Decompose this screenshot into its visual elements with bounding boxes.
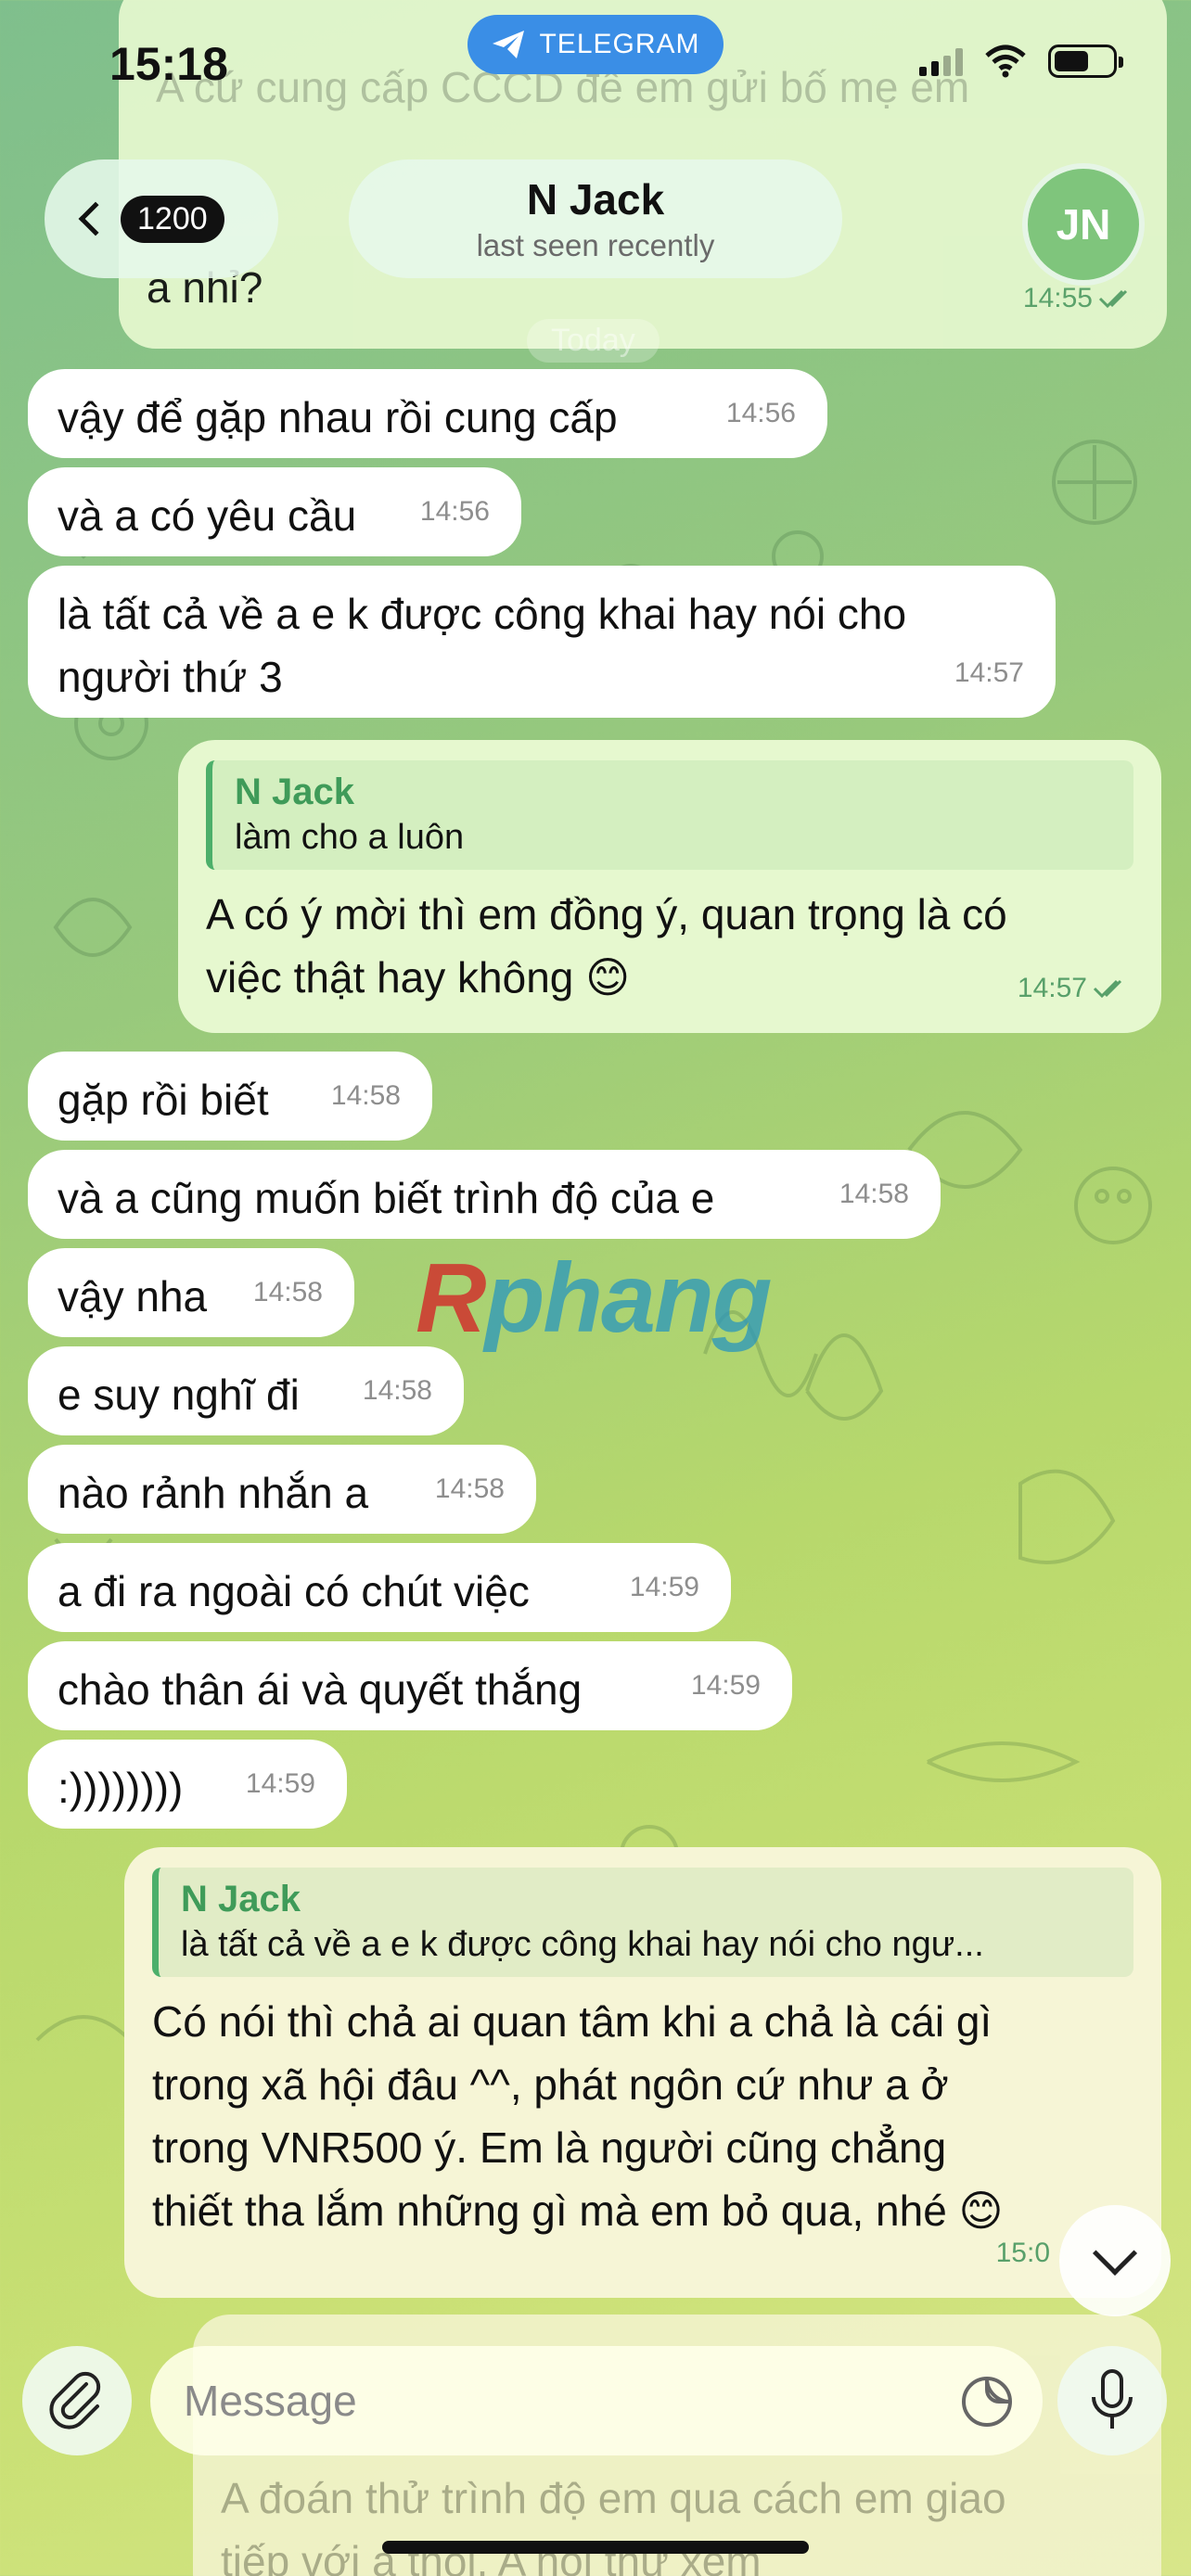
message-time: 14:59 — [245, 1768, 315, 1799]
telegram-app-pill[interactable]: TELEGRAM — [467, 15, 724, 74]
message-incoming[interactable]: nào rảnh nhắn a 14:58 — [28, 1445, 536, 1534]
double-check-icon — [1093, 979, 1122, 999]
message-text-line: thiết tha lắm những gì mà em bỏ qua, nhé… — [152, 2187, 1004, 2235]
chat-status: last seen recently — [476, 228, 715, 262]
sticker-icon[interactable] — [959, 2374, 1015, 2429]
message-time: 14:59 — [690, 1670, 761, 1701]
message-incoming[interactable]: e suy nghĩ đi 14:58 — [28, 1346, 464, 1435]
message-input[interactable]: Message — [150, 2346, 1043, 2455]
message-time: 14:58 — [434, 1473, 505, 1504]
avatar[interactable]: JN — [1022, 163, 1145, 286]
message-incoming[interactable]: vậy nha 14:58 — [28, 1248, 354, 1337]
back-chevron-icon — [78, 201, 113, 236]
next-message-line: A đoán thử trình độ em qua cách em giao — [221, 2474, 1006, 2522]
battery-icon — [1048, 45, 1123, 78]
message-incoming[interactable]: :)))))))) 14:59 — [28, 1740, 347, 1829]
double-check-icon — [1098, 289, 1128, 309]
message-time: 14:58 — [362, 1375, 432, 1406]
watermark-logo: Rphang — [416, 1243, 773, 1353]
message-text-line: trong VNR500 ý. Em là người cũng chẳng — [152, 2123, 947, 2172]
signal-icon — [919, 46, 963, 76]
message-incoming[interactable]: gặp rồi biết 14:58 — [28, 1052, 432, 1141]
message-time: 14:56 — [419, 496, 490, 527]
wifi-icon — [985, 45, 1026, 78]
message-text: và a có yêu cầu — [58, 491, 357, 540]
message-time: 14:57 — [954, 657, 1024, 688]
message-text: e suy nghĩ đi — [58, 1371, 300, 1419]
reply-author: N Jack — [181, 1879, 301, 1919]
status-time: 15:18 — [109, 38, 228, 90]
message-time: 14:57 — [1017, 973, 1087, 1003]
message-text: vậy để gặp nhau rồi cung cấp — [58, 393, 618, 441]
message-time: 14:58 — [252, 1277, 323, 1307]
microphone-icon — [1092, 2369, 1133, 2429]
reply-quote[interactable]: N Jack làm cho a luôn — [206, 760, 1133, 870]
message-time: 15:01 — [1015, 2557, 1084, 2576]
message-incoming[interactable]: a đi ra ngoài có chút việc 14:59 — [28, 1543, 731, 1632]
date-chip: Today — [527, 319, 660, 363]
app-pill-label: TELEGRAM — [539, 29, 700, 59]
message-time: 14:56 — [725, 398, 796, 428]
message-meta: 14:57 — [1018, 957, 1130, 1020]
message-input-placeholder: Message — [184, 2377, 357, 2425]
reply-text: làm cho a luôn — [235, 818, 465, 857]
message-text: và a cũng muốn biết trình độ của e — [58, 1174, 715, 1222]
message-time: 14:58 — [839, 1179, 909, 1209]
home-indicator[interactable] — [382, 2541, 809, 2554]
message-text: nào rảnh nhắn a — [58, 1469, 369, 1517]
reply-author: N Jack — [235, 772, 354, 812]
status-bar: 15:18 TELEGRAM — [0, 0, 1191, 139]
microphone-button[interactable] — [1057, 2346, 1167, 2455]
status-icons — [919, 45, 1123, 78]
message-text: chào thân ái và quyết thắng — [58, 1665, 583, 1714]
message-time: 14:58 — [330, 1080, 401, 1111]
scroll-down-button[interactable] — [1059, 2205, 1171, 2316]
message-meta: 15:0 — [996, 2222, 1050, 2285]
message-text: a đi ra ngoài có chút việc — [58, 1567, 530, 1615]
chat-title[interactable]: N Jack last seen recently — [349, 159, 842, 278]
message-incoming[interactable]: là tất cả về a e k được công khai hay nó… — [28, 566, 1056, 718]
message-incoming[interactable]: chào thân ái và quyết thắng 14:59 — [28, 1641, 792, 1730]
message-text-line: là tất cả về a e k được công khai hay nó… — [58, 590, 907, 638]
reply-quote[interactable]: N Jack là tất cả về a e k được công khai… — [152, 1868, 1133, 1977]
message-text-line: người thứ 3 — [58, 653, 283, 701]
message-incoming[interactable]: và a cũng muốn biết trình độ của e 14:58 — [28, 1150, 941, 1239]
message-text: vậy nha — [58, 1272, 208, 1320]
message-time: 14:59 — [629, 1572, 699, 1602]
message-text: gặp rồi biết — [58, 1076, 269, 1124]
message-text-line: A có ý mời thì em đồng ý, quan trọng là … — [206, 890, 1007, 938]
message-text: :)))))))) — [58, 1764, 184, 1812]
message-text-line: việc thật hay không 😊 — [206, 953, 631, 1001]
back-button[interactable]: 1200 — [45, 159, 278, 278]
message-text-line: trong xã hội đâu ^^, phát ngôn cứ như a … — [152, 2060, 949, 2109]
message-incoming[interactable]: vậy để gặp nhau rồi cung cấp 14:56 — [28, 369, 827, 458]
reply-text: là tất cả về a e k được công khai hay nó… — [181, 1925, 984, 1964]
message-incoming[interactable]: và a có yêu cầu 14:56 — [28, 467, 521, 556]
send-plane-icon — [493, 31, 525, 58]
unread-count-badge: 1200 — [121, 195, 224, 243]
chat-name: N Jack — [526, 175, 665, 223]
message-time: 15:0 — [995, 2238, 1050, 2268]
message-outgoing[interactable]: N Jack làm cho a luôn A có ý mời thì em … — [178, 740, 1161, 1033]
message-text-line: Có nói thì chả ai quan tâm khi a chả là … — [152, 1997, 992, 2046]
chevron-down-icon — [1092, 2230, 1138, 2276]
paperclip-icon — [49, 2371, 101, 2429]
attach-button[interactable] — [22, 2346, 132, 2455]
message-outgoing[interactable]: N Jack là tất cả về a e k được công khai… — [124, 1847, 1161, 2298]
